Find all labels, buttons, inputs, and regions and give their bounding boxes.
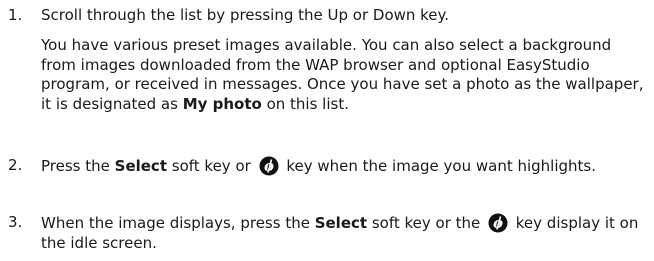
manual-page: 1. Scroll through the list by pressing t… <box>0 0 654 261</box>
step-text-end: key when the image you want highlights. <box>281 157 596 175</box>
step-text-start: Press the <box>41 157 115 175</box>
step-text-start: When the image displays, press the <box>41 214 315 232</box>
ok-key-icon: o <box>259 156 279 176</box>
step-text-middle: soft key or <box>167 157 256 175</box>
wallpaper-note: You have various preset images available… <box>41 36 645 114</box>
step-text: Scroll through the list by pressing the … <box>41 6 450 24</box>
step-number: 2. <box>8 156 23 174</box>
select-soft-key-label: Select <box>114 157 167 175</box>
step-number: 3. <box>8 213 23 231</box>
step-text: When the image displays, press the Selec… <box>41 213 647 253</box>
step-number: 1. <box>8 6 23 24</box>
ok-key-icon: o <box>488 213 508 233</box>
select-soft-key-label: Select <box>314 214 368 232</box>
step-text: Press the Select soft key or o key when … <box>41 156 647 177</box>
note-text-end: on this list. <box>261 94 349 113</box>
step-text-middle: soft key or the <box>367 214 486 232</box>
note-bold-my-photo: My photo <box>182 94 262 113</box>
